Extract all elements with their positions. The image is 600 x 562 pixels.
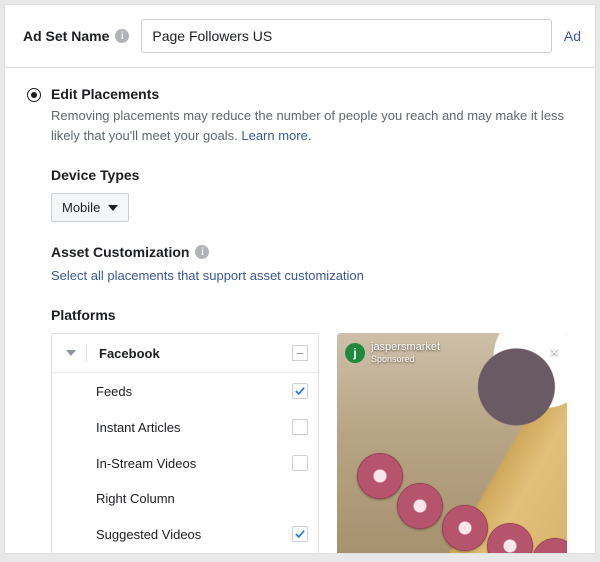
checkbox-checked[interactable] — [292, 383, 308, 399]
placement-suggested-videos[interactable]: Suggested Videos — [52, 516, 318, 552]
placement-right-column[interactable]: Right Column — [52, 481, 318, 516]
platform-group-facebook[interactable]: Facebook − — [52, 334, 318, 373]
placement-label: Feeds — [96, 384, 292, 399]
preview-image-detail — [397, 483, 443, 529]
adset-right-link[interactable]: Ad — [564, 28, 581, 44]
edit-placements-desc: Removing placements may reduce the numbe… — [51, 106, 573, 145]
adset-name-row: Ad Set Name i Ad — [5, 5, 595, 68]
placement-label: Right Column — [96, 491, 308, 506]
platform-list: Facebook − Feeds Instant Articles In-Str… — [51, 333, 319, 554]
preview-image-detail — [357, 453, 403, 499]
placement-label: Suggested Videos — [96, 527, 292, 542]
device-types-dropdown[interactable]: Mobile — [51, 193, 129, 222]
brand-logo-icon: j — [345, 343, 365, 363]
checkbox-unchecked[interactable] — [292, 455, 308, 471]
select-all-asset-link[interactable]: Select all placements that support asset… — [51, 268, 364, 283]
device-types-label: Device Types — [51, 167, 573, 183]
checkbox-unchecked[interactable] — [292, 419, 308, 435]
platforms-label: Platforms — [51, 307, 573, 323]
preview-brand: jaspersmarket Sponsored — [371, 341, 440, 365]
edit-placements-title: Edit Placements — [51, 86, 159, 102]
chevron-down-icon — [66, 350, 76, 356]
info-icon[interactable]: i — [195, 245, 209, 259]
placement-in-stream-videos[interactable]: In-Stream Videos — [52, 445, 318, 481]
placement-marketplace[interactable]: Marketplace — [52, 552, 318, 554]
preview-image-detail — [442, 505, 488, 551]
platform-name: Facebook — [99, 346, 292, 361]
ad-preview: j jaspersmarket Sponsored × — [337, 333, 567, 554]
close-icon[interactable]: × — [550, 344, 559, 362]
adset-name-input[interactable] — [141, 19, 552, 53]
placement-instant-articles[interactable]: Instant Articles — [52, 409, 318, 445]
adset-name-label: Ad Set Name — [23, 28, 109, 44]
divider — [86, 344, 87, 362]
radio-icon — [27, 88, 41, 102]
placement-label: In-Stream Videos — [96, 456, 292, 471]
device-types-value: Mobile — [62, 200, 100, 215]
checkbox-checked[interactable] — [292, 526, 308, 542]
learn-more-link[interactable]: Learn more. — [241, 128, 311, 143]
minus-icon[interactable]: − — [292, 345, 308, 361]
asset-customization-label: Asset Customization i — [51, 244, 573, 260]
placement-label: Instant Articles — [96, 420, 292, 435]
placement-feeds[interactable]: Feeds — [52, 373, 318, 409]
chevron-down-icon — [108, 205, 118, 211]
edit-placements-radio[interactable]: Edit Placements — [27, 86, 573, 102]
info-icon[interactable]: i — [115, 29, 129, 43]
